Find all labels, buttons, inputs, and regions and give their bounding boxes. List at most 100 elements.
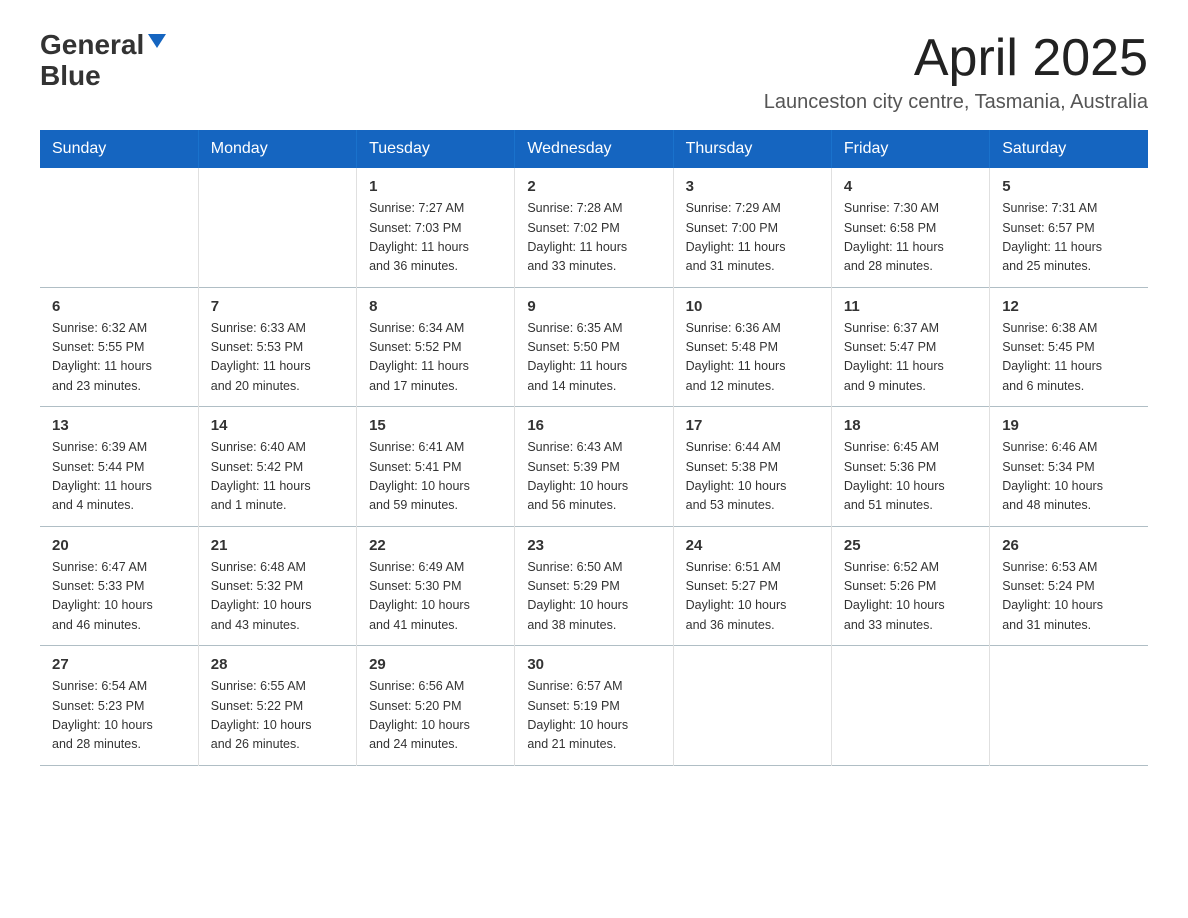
day-info: Sunrise: 6:48 AMSunset: 5:32 PMDaylight:… (211, 558, 344, 636)
day-number: 1 (369, 178, 502, 195)
weekday-header-sunday: Sunday (40, 130, 198, 168)
day-info: Sunrise: 6:49 AMSunset: 5:30 PMDaylight:… (369, 558, 502, 636)
day-info: Sunrise: 6:52 AMSunset: 5:26 PMDaylight:… (844, 558, 977, 636)
logo-triangle-icon (148, 34, 166, 48)
day-number: 11 (844, 298, 977, 315)
day-number: 4 (844, 178, 977, 195)
calendar-week-row: 1 Sunrise: 7:27 AMSunset: 7:03 PMDaylight… (40, 168, 1148, 287)
day-info: Sunrise: 6:54 AMSunset: 5:23 PMDaylight:… (52, 677, 186, 755)
calendar-cell: 16 Sunrise: 6:43 AMSunset: 5:39 PMDayligh… (515, 407, 673, 527)
day-info: Sunrise: 6:45 AMSunset: 5:36 PMDaylight:… (844, 438, 977, 516)
day-info: Sunrise: 6:39 AMSunset: 5:44 PMDaylight:… (52, 438, 186, 516)
calendar-cell: 7 Sunrise: 6:33 AMSunset: 5:53 PMDaylight… (198, 287, 356, 407)
weekday-header-tuesday: Tuesday (357, 130, 515, 168)
logo-text-blue: Blue (40, 61, 101, 92)
calendar-cell: 6Sunrise: 6:32 AMSunset: 5:55 PMDaylight… (40, 287, 198, 407)
day-number: 17 (686, 417, 819, 434)
calendar-cell (990, 646, 1148, 766)
day-info: Sunrise: 7:27 AMSunset: 7:03 PMDaylight:… (369, 199, 502, 277)
calendar-table: SundayMondayTuesdayWednesdayThursdayFrid… (40, 130, 1148, 766)
title-section: April 2025 Launceston city centre, Tasma… (764, 30, 1148, 114)
calendar-cell (673, 646, 831, 766)
calendar-cell: 26Sunrise: 6:53 AMSunset: 5:24 PMDayligh… (990, 526, 1148, 646)
day-info: Sunrise: 6:41 AMSunset: 5:41 PMDaylight:… (369, 438, 502, 516)
weekday-header-friday: Friday (831, 130, 989, 168)
day-info: Sunrise: 7:30 AMSunset: 6:58 PMDaylight:… (844, 199, 977, 277)
day-number: 21 (211, 537, 344, 554)
day-info: Sunrise: 7:29 AMSunset: 7:00 PMDaylight:… (686, 199, 819, 277)
day-number: 6 (52, 298, 186, 315)
calendar-cell: 2 Sunrise: 7:28 AMSunset: 7:02 PMDaylight… (515, 168, 673, 287)
logo-text-general: General (40, 30, 144, 61)
day-number: 14 (211, 417, 344, 434)
page-header: General Blue April 2025 Launceston city … (40, 30, 1148, 114)
day-number: 20 (52, 537, 186, 554)
day-number: 9 (527, 298, 660, 315)
day-info: Sunrise: 6:43 AMSunset: 5:39 PMDaylight:… (527, 438, 660, 516)
day-info: Sunrise: 6:35 AMSunset: 5:50 PMDaylight:… (527, 319, 660, 397)
calendar-cell: 1 Sunrise: 7:27 AMSunset: 7:03 PMDaylight… (357, 168, 515, 287)
day-number: 7 (211, 298, 344, 315)
calendar-cell (831, 646, 989, 766)
calendar-cell: 19Sunrise: 6:46 AMSunset: 5:34 PMDayligh… (990, 407, 1148, 527)
calendar-cell (198, 168, 356, 287)
day-info: Sunrise: 6:40 AMSunset: 5:42 PMDaylight:… (211, 438, 344, 516)
day-info: Sunrise: 6:47 AMSunset: 5:33 PMDaylight:… (52, 558, 186, 636)
day-number: 2 (527, 178, 660, 195)
calendar-cell: 18 Sunrise: 6:45 AMSunset: 5:36 PMDayligh… (831, 407, 989, 527)
day-info: Sunrise: 6:46 AMSunset: 5:34 PMDaylight:… (1002, 438, 1136, 516)
calendar-cell (40, 168, 198, 287)
day-info: Sunrise: 7:31 AMSunset: 6:57 PMDaylight:… (1002, 199, 1136, 277)
month-title: April 2025 (764, 30, 1148, 87)
weekday-header-row: SundayMondayTuesdayWednesdayThursdayFrid… (40, 130, 1148, 168)
calendar-cell: 11 Sunrise: 6:37 AMSunset: 5:47 PMDayligh… (831, 287, 989, 407)
day-number: 29 (369, 656, 502, 673)
calendar-week-row: 27 Sunrise: 6:54 AMSunset: 5:23 PMDayligh… (40, 646, 1148, 766)
calendar-cell: 21 Sunrise: 6:48 AMSunset: 5:32 PMDayligh… (198, 526, 356, 646)
day-number: 30 (527, 656, 660, 673)
weekday-header-saturday: Saturday (990, 130, 1148, 168)
day-info: Sunrise: 6:53 AMSunset: 5:24 PMDaylight:… (1002, 558, 1136, 636)
day-number: 22 (369, 537, 502, 554)
day-number: 27 (52, 656, 186, 673)
day-number: 10 (686, 298, 819, 315)
day-number: 3 (686, 178, 819, 195)
calendar-cell: 20 Sunrise: 6:47 AMSunset: 5:33 PMDayligh… (40, 526, 198, 646)
day-info: Sunrise: 6:33 AMSunset: 5:53 PMDaylight:… (211, 319, 344, 397)
calendar-cell: 4 Sunrise: 7:30 AMSunset: 6:58 PMDaylight… (831, 168, 989, 287)
location-title: Launceston city centre, Tasmania, Austra… (764, 91, 1148, 114)
calendar-cell: 27 Sunrise: 6:54 AMSunset: 5:23 PMDayligh… (40, 646, 198, 766)
day-info: Sunrise: 6:44 AMSunset: 5:38 PMDaylight:… (686, 438, 819, 516)
calendar-cell: 23Sunrise: 6:50 AMSunset: 5:29 PMDayligh… (515, 526, 673, 646)
day-info: Sunrise: 6:51 AMSunset: 5:27 PMDaylight:… (686, 558, 819, 636)
day-number: 12 (1002, 298, 1136, 315)
calendar-cell: 8Sunrise: 6:34 AMSunset: 5:52 PMDaylight… (357, 287, 515, 407)
day-number: 13 (52, 417, 186, 434)
day-info: Sunrise: 6:50 AMSunset: 5:29 PMDaylight:… (527, 558, 660, 636)
weekday-header-thursday: Thursday (673, 130, 831, 168)
day-number: 28 (211, 656, 344, 673)
day-number: 18 (844, 417, 977, 434)
day-number: 5 (1002, 178, 1136, 195)
calendar-cell: 5 Sunrise: 7:31 AMSunset: 6:57 PMDaylight… (990, 168, 1148, 287)
calendar-cell: 15 Sunrise: 6:41 AMSunset: 5:41 PMDayligh… (357, 407, 515, 527)
day-info: Sunrise: 6:37 AMSunset: 5:47 PMDaylight:… (844, 319, 977, 397)
day-info: Sunrise: 6:55 AMSunset: 5:22 PMDaylight:… (211, 677, 344, 755)
calendar-cell: 13 Sunrise: 6:39 AMSunset: 5:44 PMDayligh… (40, 407, 198, 527)
day-number: 25 (844, 537, 977, 554)
day-number: 15 (369, 417, 502, 434)
calendar-cell: 28 Sunrise: 6:55 AMSunset: 5:22 PMDayligh… (198, 646, 356, 766)
calendar-cell: 24 Sunrise: 6:51 AMSunset: 5:27 PMDayligh… (673, 526, 831, 646)
day-info: Sunrise: 6:57 AMSunset: 5:19 PMDaylight:… (527, 677, 660, 755)
day-info: Sunrise: 6:56 AMSunset: 5:20 PMDaylight:… (369, 677, 502, 755)
calendar-week-row: 6Sunrise: 6:32 AMSunset: 5:55 PMDaylight… (40, 287, 1148, 407)
calendar-cell: 3 Sunrise: 7:29 AMSunset: 7:00 PMDaylight… (673, 168, 831, 287)
calendar-body: 1 Sunrise: 7:27 AMSunset: 7:03 PMDaylight… (40, 168, 1148, 765)
weekday-header-monday: Monday (198, 130, 356, 168)
day-info: Sunrise: 6:36 AMSunset: 5:48 PMDaylight:… (686, 319, 819, 397)
day-number: 16 (527, 417, 660, 434)
day-info: Sunrise: 6:38 AMSunset: 5:45 PMDaylight:… (1002, 319, 1136, 397)
day-info: Sunrise: 7:28 AMSunset: 7:02 PMDaylight:… (527, 199, 660, 277)
day-number: 24 (686, 537, 819, 554)
calendar-week-row: 13 Sunrise: 6:39 AMSunset: 5:44 PMDayligh… (40, 407, 1148, 527)
